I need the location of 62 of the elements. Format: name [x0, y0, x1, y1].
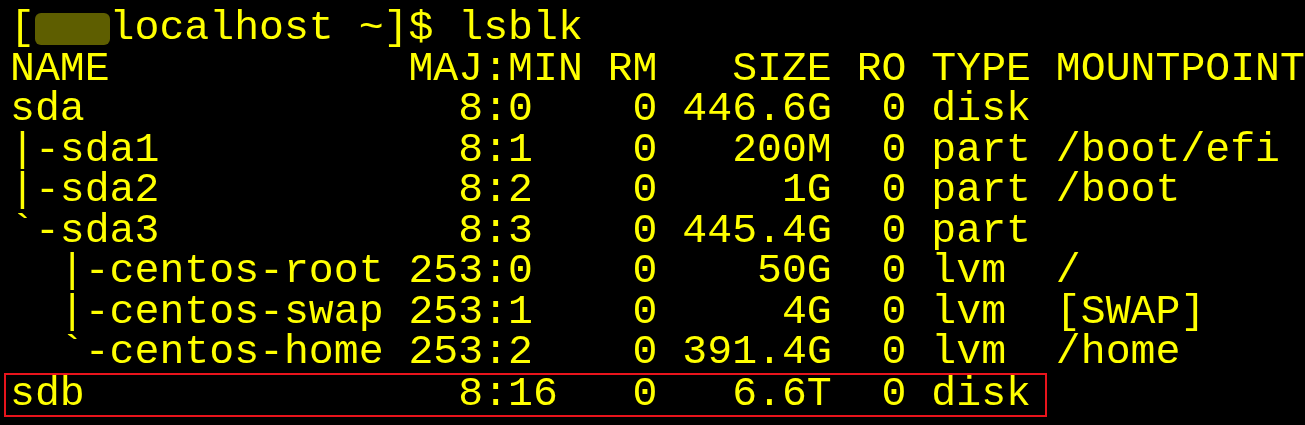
mountpoint-cell: /home	[1055, 332, 1181, 373]
device-name: |-sda1	[10, 129, 161, 170]
rm-cell-text: 0	[631, 374, 658, 415]
ro-cell-text: 0	[880, 332, 907, 373]
maj-min-cell-text: 253:0	[408, 251, 534, 292]
maj-min-cell-text: 253:1	[408, 291, 534, 332]
size-cell-text: 1G	[780, 170, 832, 211]
ro-cell-text: 0	[880, 89, 907, 130]
column-header: RM	[607, 48, 658, 89]
column-header: MAJ:MIN	[408, 48, 583, 89]
rm-cell-text: 0	[631, 251, 658, 292]
maj-min-cell-text: 8:1	[457, 129, 534, 170]
maj-min-cell-text: 8:3	[457, 210, 534, 251]
ro-cell-text: 0	[880, 291, 907, 332]
ro-cell-text: 0	[880, 251, 907, 292]
ro-cell-text: 0	[880, 374, 907, 415]
ro-cell-text: 0	[880, 210, 907, 251]
mountpoint-cell: /boot/efi	[1055, 129, 1280, 170]
type-cell-text: lvm	[931, 251, 1007, 292]
prompt-text: localhost ~]$ lsblk	[109, 8, 583, 49]
column-header: NAME	[10, 48, 111, 89]
ro-cell-text: 0	[880, 170, 907, 211]
maj-min-cell-text: 8:2	[457, 170, 534, 211]
rm-cell-text: 0	[631, 89, 658, 130]
maj-min-cell-text: 253:2	[408, 332, 534, 373]
device-name: |-centos-root	[58, 251, 385, 292]
mountpoint-cell: /boot	[1055, 170, 1181, 211]
type-cell: disk	[931, 374, 1031, 415]
rm-cell-text: 0	[631, 210, 658, 251]
size-cell: 446.6G	[682, 89, 832, 130]
maj-min-cell-text: 8:0	[457, 89, 534, 130]
column-header: RO	[856, 48, 907, 89]
type-cell: part	[931, 129, 1031, 170]
type-cell-text: lvm	[931, 291, 1008, 332]
type-cell: part	[931, 170, 1031, 211]
device-name: |-centos-swap	[58, 291, 385, 332]
mountpoint-cell: /	[1055, 251, 1081, 292]
column-header: TYPE	[931, 48, 1031, 89]
size-cell-text: 6.6T	[731, 374, 832, 415]
type-cell: disk	[931, 89, 1031, 130]
device-name: sdb	[10, 374, 86, 415]
type-cell-text: lvm	[931, 332, 1008, 373]
size-cell: 391.4G	[682, 332, 832, 373]
rm-cell-text: 0	[631, 291, 658, 332]
prompt-text: [	[10, 8, 35, 49]
device-name: |-sda2	[10, 170, 161, 211]
device-name: sda	[10, 89, 85, 130]
column-header: MOUNTPOINT	[1055, 48, 1305, 89]
size-cell-text: 50G	[756, 251, 832, 292]
rm-cell-text: 0	[631, 332, 658, 373]
rm-cell-text: 0	[631, 170, 658, 211]
ro-cell-text: 0	[880, 129, 907, 170]
mountpoint-cell: [SWAP]	[1055, 291, 1206, 332]
device-name: `-sda3	[10, 210, 160, 251]
rm-cell-text: 0	[631, 129, 658, 170]
type-cell: part	[931, 210, 1031, 251]
maj-min-cell-text: 8:16	[457, 374, 559, 415]
device-name: `-centos-home	[58, 332, 385, 373]
size-cell-text: 4G	[780, 291, 832, 332]
column-header: SIZE	[731, 48, 832, 89]
size-cell-text: 200M	[731, 129, 832, 170]
size-cell: 445.4G	[682, 210, 832, 251]
